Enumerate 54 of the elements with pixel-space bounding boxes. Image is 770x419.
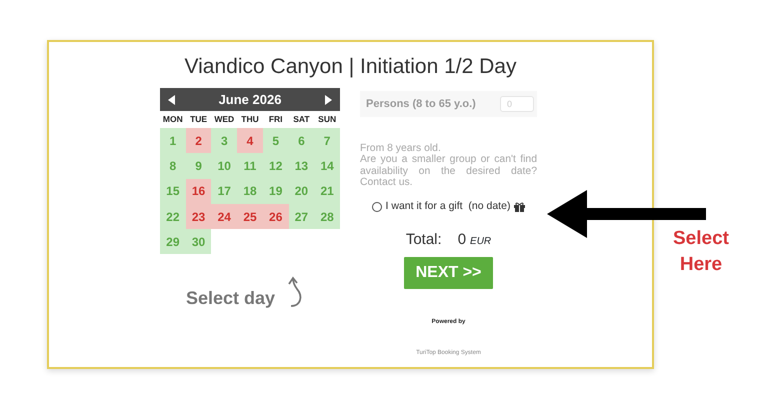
available-day[interactable]: 9 bbox=[186, 153, 212, 179]
unavailable-day: 16 bbox=[186, 178, 212, 204]
month-label: June 2026 bbox=[218, 90, 282, 109]
available-day[interactable]: 12 bbox=[262, 153, 289, 179]
available-day[interactable]: 14 bbox=[314, 153, 340, 179]
gift-checkbox[interactable] bbox=[372, 202, 382, 212]
available-day[interactable]: 18 bbox=[237, 178, 263, 204]
available-day[interactable]: 22 bbox=[160, 204, 186, 230]
page-title: Viandico Canyon | Initiation 1/2 Day bbox=[184, 54, 518, 80]
available-day[interactable]: 13 bbox=[288, 153, 314, 179]
curved-arrow-icon bbox=[287, 276, 304, 308]
unavailable-day: 24 bbox=[211, 204, 238, 230]
available-day[interactable]: 21 bbox=[314, 178, 340, 204]
weekday-label: SAT bbox=[292, 113, 311, 126]
unavailable-day: 25 bbox=[237, 204, 263, 230]
info-text: Are you a smaller group or can't find availability on the desired date? Contact us. bbox=[360, 154, 537, 189]
available-day[interactable]: 19 bbox=[262, 178, 289, 204]
weekday-label: SUN bbox=[317, 113, 338, 126]
available-day[interactable]: 8 bbox=[160, 153, 186, 179]
available-day[interactable]: 7 bbox=[314, 128, 340, 154]
next-month-icon[interactable] bbox=[325, 94, 332, 104]
annotation-label: Select Here bbox=[672, 227, 730, 277]
previous-month-icon[interactable] bbox=[168, 94, 175, 104]
weekday-label: THU bbox=[240, 113, 260, 126]
available-day[interactable]: 5 bbox=[262, 128, 289, 154]
unavailable-day: 26 bbox=[262, 204, 289, 230]
available-day[interactable]: 29 bbox=[160, 229, 186, 254]
info-text: From 8 years old. bbox=[360, 143, 442, 154]
available-day[interactable]: 11 bbox=[237, 153, 263, 179]
total-label: Total: bbox=[406, 230, 442, 250]
currency-label: EUR bbox=[470, 234, 492, 248]
available-day[interactable]: 1 bbox=[160, 128, 186, 154]
gift-icon bbox=[514, 202, 526, 212]
available-day[interactable]: 30 bbox=[186, 229, 212, 254]
available-day[interactable]: 27 bbox=[288, 204, 314, 230]
available-day[interactable]: 10 bbox=[211, 153, 238, 179]
weekday-label: TUE bbox=[189, 113, 208, 126]
weekday-label: FRI bbox=[268, 113, 284, 126]
weekday-label: MON bbox=[162, 113, 184, 126]
unavailable-day: 4 bbox=[237, 128, 263, 154]
persons-label: Persons (8 to 65 y.o.) bbox=[366, 96, 476, 112]
available-day[interactable]: 3 bbox=[211, 128, 238, 154]
select-day-hint: Select day bbox=[186, 287, 276, 310]
available-day[interactable]: 15 bbox=[160, 178, 186, 204]
unavailable-day: 2 bbox=[186, 128, 212, 154]
next-button[interactable]: NEXT >> bbox=[404, 257, 493, 289]
available-day[interactable]: 28 bbox=[314, 204, 340, 230]
unavailable-day: 23 bbox=[186, 204, 212, 230]
total-amount: 0 bbox=[458, 230, 466, 250]
available-day[interactable]: 6 bbox=[288, 128, 314, 154]
available-day[interactable]: 17 bbox=[211, 178, 238, 204]
weekday-label: WED bbox=[213, 113, 236, 126]
gift-label[interactable]: I want it for a gift (no date) bbox=[386, 198, 510, 214]
available-day[interactable]: 20 bbox=[288, 178, 314, 204]
